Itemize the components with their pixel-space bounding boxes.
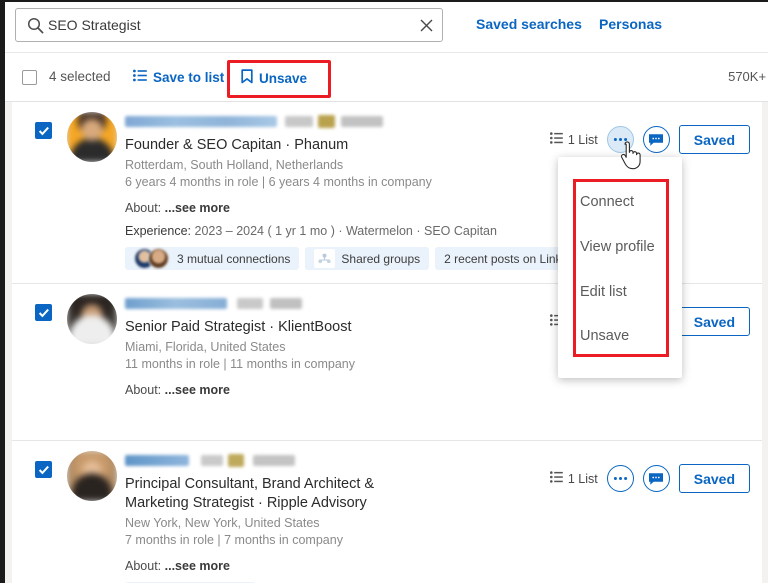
experience-label: Experience:	[125, 224, 191, 238]
result-location: Miami, Florida, United States	[125, 339, 512, 356]
saved-button[interactable]: Saved	[679, 464, 750, 493]
search-icon	[22, 17, 48, 34]
about-label: About:	[125, 201, 161, 215]
lists-indicator[interactable]: 1 List	[550, 471, 598, 486]
result-headline: Principal Consultant, Brand Architect & …	[125, 475, 435, 513]
search-header: Saved searches Personas	[5, 2, 768, 53]
bookmark-icon	[241, 69, 253, 87]
results-count-label: 570K+ r	[728, 69, 768, 84]
dropdown-item-unsave[interactable]: Unsave	[580, 328, 629, 344]
saved-button[interactable]: Saved	[679, 125, 750, 154]
message-button[interactable]	[643, 126, 670, 153]
message-icon	[648, 133, 664, 147]
profile-name-redacted[interactable]	[125, 116, 512, 133]
search-box[interactable]	[15, 8, 443, 42]
result-checkbox[interactable]	[35, 461, 52, 478]
personas-link[interactable]: Personas	[599, 16, 662, 32]
dropdown-item-connect[interactable]: Connect	[580, 194, 634, 210]
dropdown-item-view-profile[interactable]: View profile	[580, 239, 655, 255]
more-actions-button[interactable]	[607, 126, 634, 153]
result-card[interactable]: Principal Consultant, Brand Architect & …	[12, 441, 762, 583]
more-actions-dropdown: Connect View profile Edit list Unsave	[558, 157, 682, 378]
result-actions: 1 List Saved	[550, 125, 750, 154]
ellipsis-icon	[613, 137, 628, 142]
lists-label: 1 List	[568, 133, 598, 147]
mutual-connections-tag[interactable]: 3 mutual connections	[125, 247, 299, 270]
more-actions-button[interactable]	[607, 465, 634, 492]
result-about[interactable]: About: ...see more	[125, 201, 512, 215]
save-to-list-button[interactable]: Save to list	[133, 69, 224, 85]
lists-label: 1 List	[568, 472, 598, 486]
experience-value: 2023 – 2024 ( 1 yr 1 mo ) · Watermelon ·…	[195, 224, 497, 238]
avatar[interactable]	[67, 451, 117, 501]
about-label: About:	[125, 559, 161, 573]
result-headline: Founder & SEO Capitan · Phanum	[125, 136, 512, 155]
result-tenure: 11 months in role | 11 months in company	[125, 356, 512, 373]
see-more-link[interactable]: ...see more	[165, 383, 230, 397]
list-icon	[550, 471, 563, 486]
result-checkbox[interactable]	[35, 122, 52, 139]
profile-name-redacted[interactable]	[125, 455, 512, 472]
unsave-button[interactable]: Unsave	[241, 69, 307, 87]
save-to-list-label: Save to list	[153, 70, 224, 85]
avatar[interactable]	[67, 294, 117, 344]
avatar[interactable]	[67, 112, 117, 162]
selected-count-label: 4 selected	[49, 69, 111, 84]
see-more-link[interactable]: ...see more	[165, 201, 230, 215]
result-about[interactable]: About: ...see more	[125, 559, 512, 573]
result-location: New York, New York, United States	[125, 515, 512, 532]
result-headline: Senior Paid Strategist · KlientBoost	[125, 318, 512, 337]
list-icon	[550, 132, 563, 147]
result-location: Rotterdam, South Holland, Netherlands	[125, 157, 512, 174]
search-input[interactable]	[48, 17, 410, 33]
result-about[interactable]: About: ...see more	[125, 383, 512, 397]
ellipsis-icon	[613, 476, 628, 481]
message-icon	[648, 472, 664, 486]
close-icon[interactable]	[410, 19, 442, 32]
saved-searches-link[interactable]: Saved searches	[476, 16, 582, 32]
result-checkbox[interactable]	[35, 304, 52, 321]
message-button[interactable]	[643, 465, 670, 492]
select-all-checkbox[interactable]	[22, 70, 37, 85]
linkedin-sales-navigator-window: Saved searches Personas 4 selected Save …	[5, 2, 768, 583]
mutual-connections-label: 3 mutual connections	[177, 252, 290, 266]
result-experience: Experience: 2023 – 2024 ( 1 yr 1 mo ) · …	[125, 224, 512, 238]
see-more-link[interactable]: ...see more	[165, 559, 230, 573]
about-label: About:	[125, 383, 161, 397]
result-actions: 1 List Saved	[550, 464, 750, 493]
saved-button[interactable]: Saved	[679, 307, 750, 336]
selection-toolbar: 4 selected Save to list Unsave	[5, 53, 768, 102]
shared-groups-label: Shared groups	[341, 252, 420, 266]
mutual-connections-avatars	[134, 248, 169, 269]
unsave-label: Unsave	[259, 71, 307, 86]
list-icon	[133, 69, 147, 85]
result-tenure: 6 years 4 months in role | 6 years 4 mon…	[125, 174, 512, 191]
shared-groups-icon	[314, 249, 335, 268]
result-tenure: 7 months in role | 7 months in company	[125, 532, 512, 549]
lists-indicator[interactable]: 1 List	[550, 132, 598, 147]
shared-groups-tag[interactable]: Shared groups	[305, 247, 429, 270]
profile-name-redacted[interactable]	[125, 298, 512, 315]
dropdown-item-edit-list[interactable]: Edit list	[580, 284, 627, 300]
result-tags: 3 mutual connections	[125, 247, 512, 270]
